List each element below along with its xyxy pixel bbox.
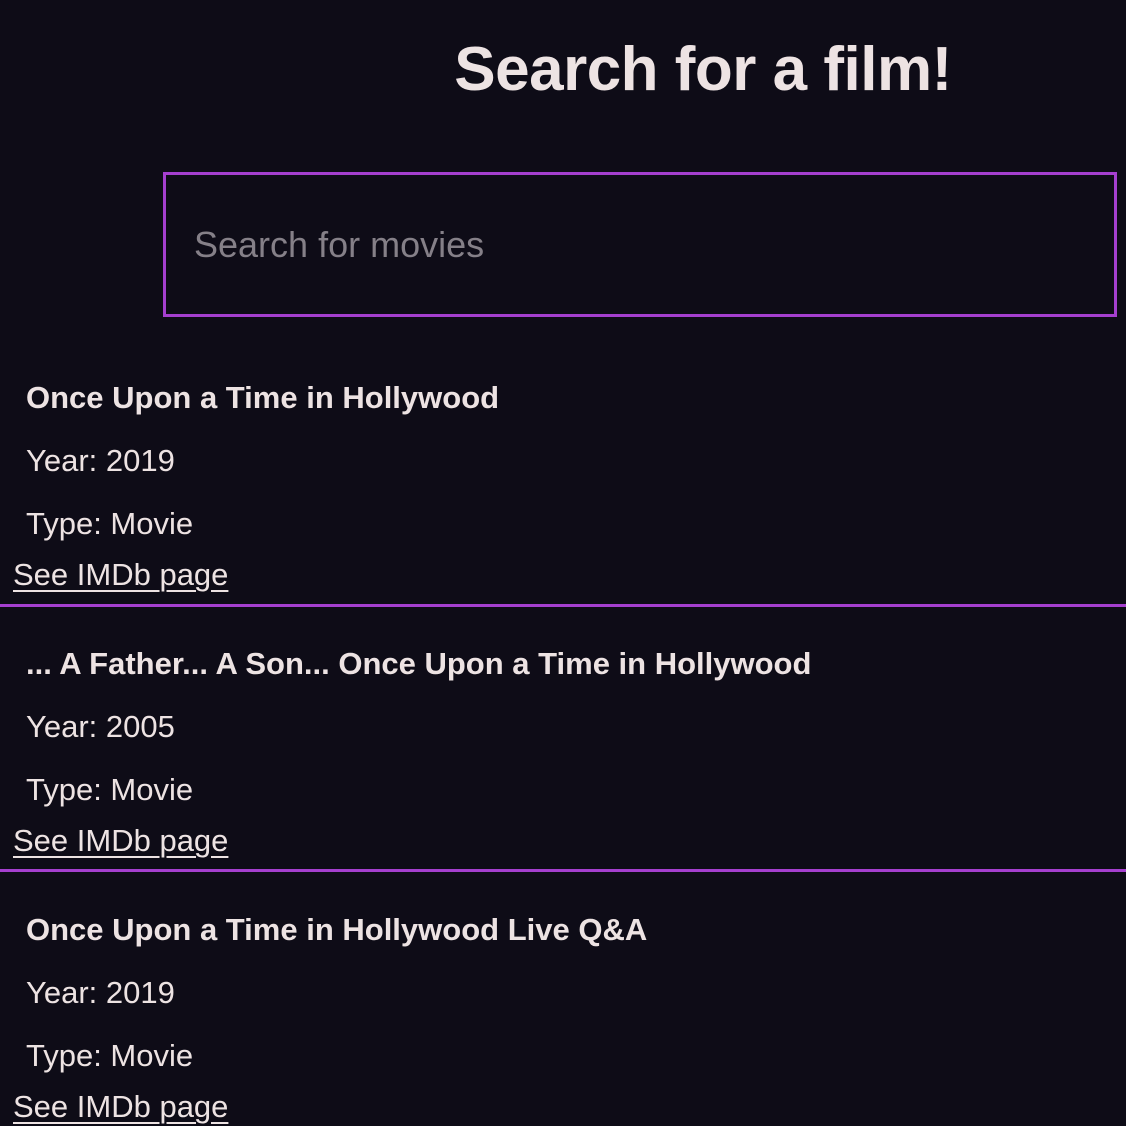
page-title: Search for a film! [454, 35, 952, 104]
imdb-link[interactable]: See IMDb page [13, 555, 228, 595]
film-title: ... A Father... A Son... Once Upon a Tim… [26, 646, 812, 681]
result-card: Once Upon a Time in Hollywood Live Q&A Y… [0, 910, 1126, 1126]
result-divider [0, 869, 1126, 872]
film-title: Once Upon a Time in Hollywood [26, 380, 500, 415]
film-year: Year: 2005 [26, 709, 175, 744]
search-input[interactable] [163, 172, 1117, 317]
imdb-link[interactable]: See IMDb page [13, 821, 228, 861]
film-title: Once Upon a Time in Hollywood Live Q&A [26, 912, 648, 947]
film-type: Type: Movie [26, 1038, 194, 1073]
film-type: Type: Movie [26, 506, 194, 541]
imdb-link[interactable]: See IMDb page [13, 1087, 228, 1126]
page: Search for a film! Once Upon a Time in H… [0, 0, 1126, 1126]
film-year: Year: 2019 [26, 443, 175, 478]
film-type: Type: Movie [26, 772, 194, 807]
film-year: Year: 2019 [26, 975, 175, 1010]
result-divider [0, 604, 1126, 607]
